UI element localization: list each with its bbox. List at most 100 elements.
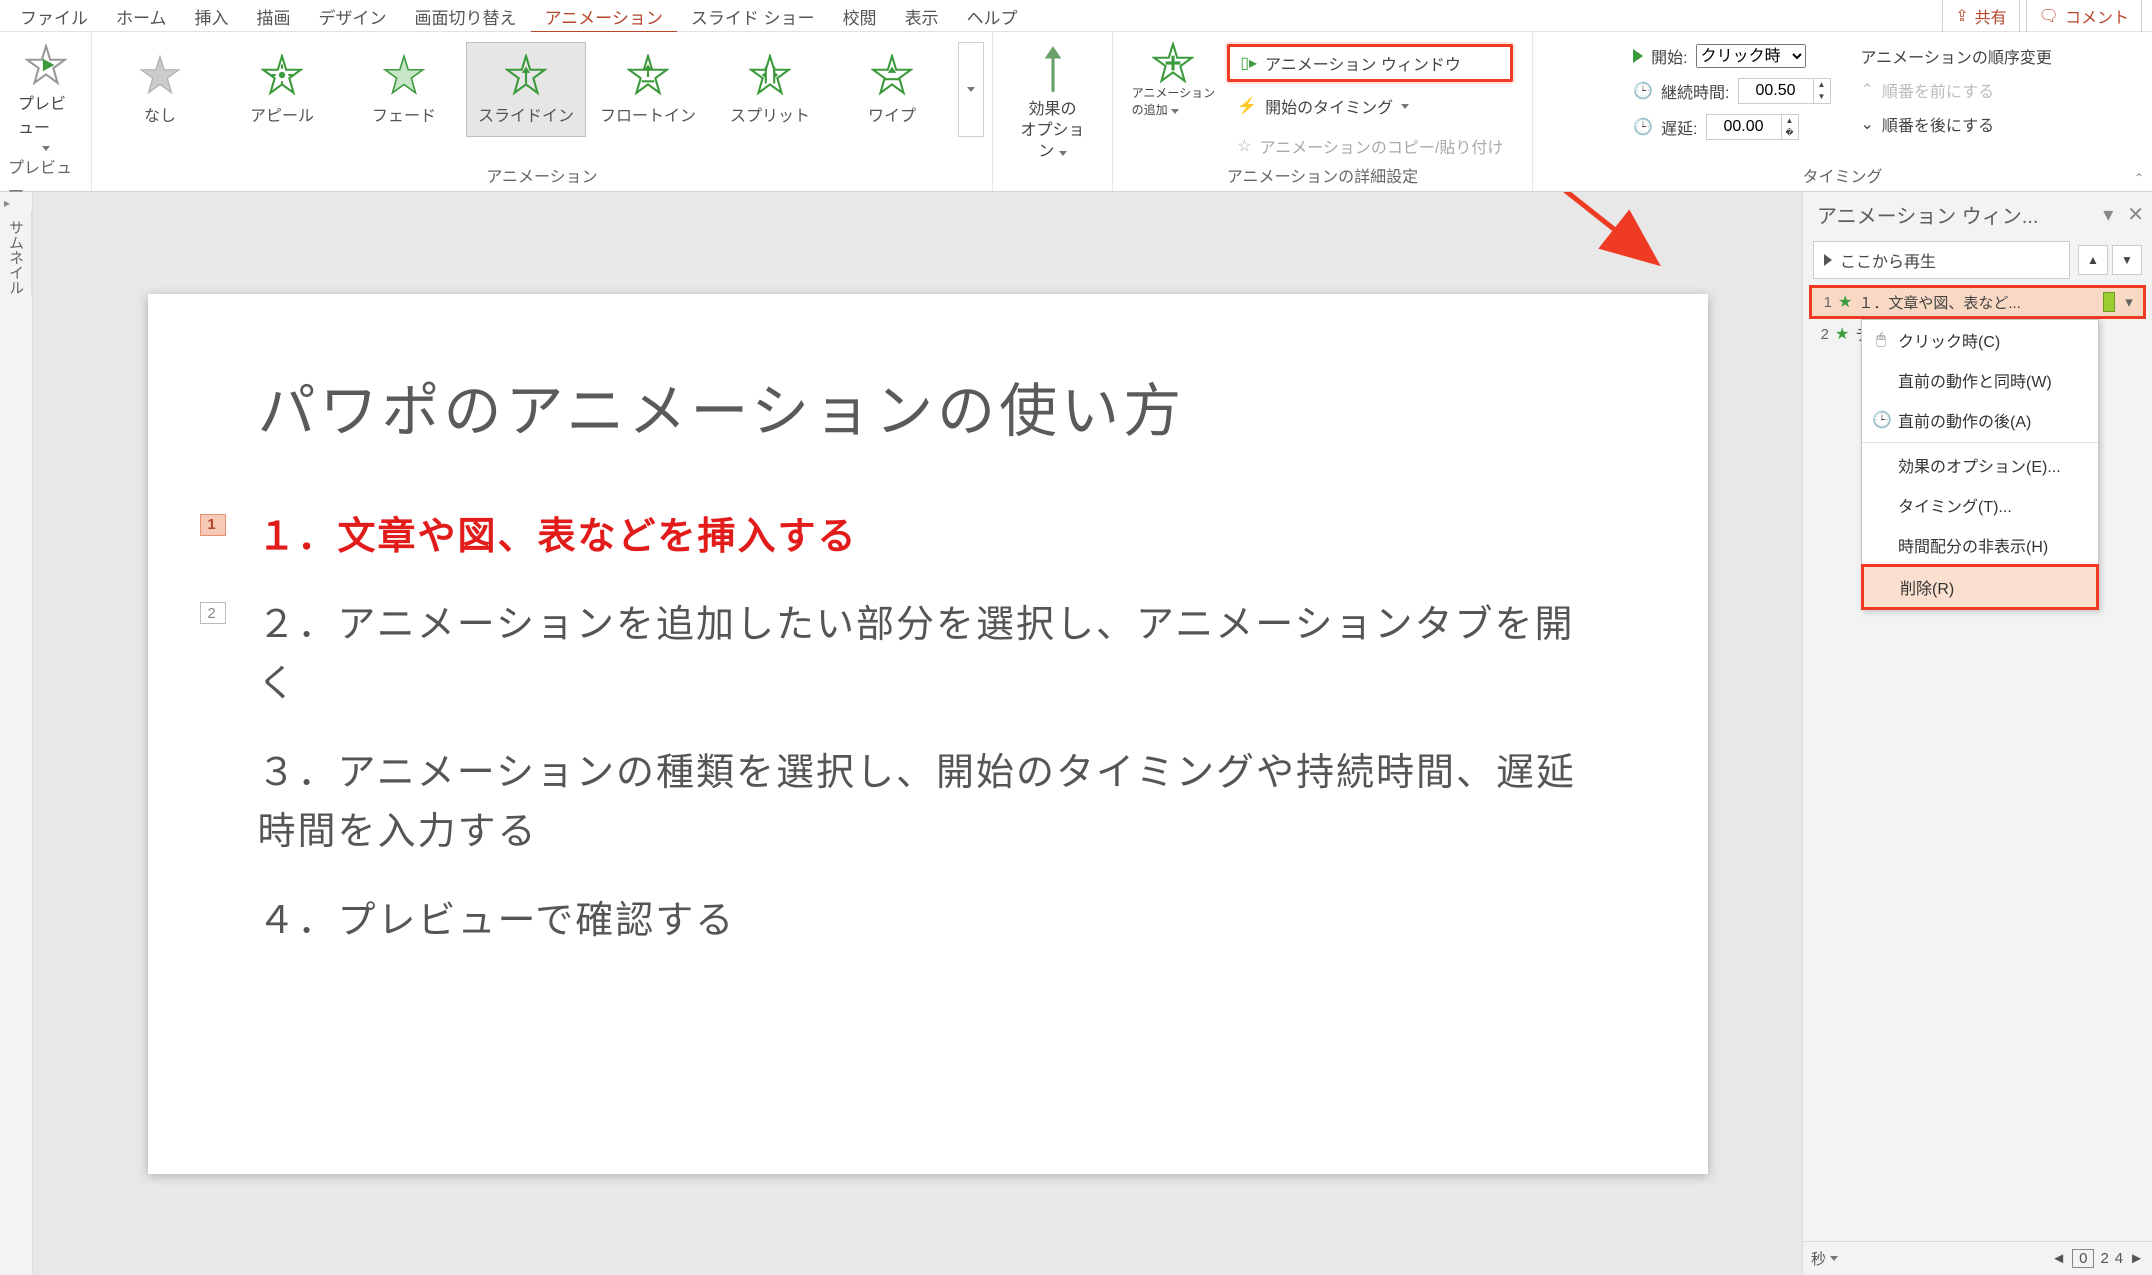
- star-appear-icon: [261, 54, 303, 96]
- tab-home[interactable]: ホーム: [102, 0, 181, 34]
- slide-body[interactable]: 1 １．文章や図、表などを挿入する 2 ２．アニメーションを追加したい部分を選択…: [258, 508, 1608, 951]
- group-timing: 開始: クリック時 🕒 継続時間: ▲▼ 🕒 遅延: ▲� ア: [1533, 32, 2152, 191]
- delay-icon: 🕒: [1633, 117, 1653, 137]
- star-slidein-icon: [505, 54, 547, 96]
- trigger-button[interactable]: ⚡ 開始のタイミング: [1227, 90, 1513, 122]
- pane-options-button[interactable]: ▾: [2103, 202, 2113, 227]
- slide-line-1-text: １．文章や図、表などを挿入する: [258, 516, 858, 558]
- add-animation-button[interactable]: アニメーションの追加: [1132, 42, 1216, 162]
- seconds-label: 秒: [1811, 1248, 1826, 1269]
- start-label: 開始:: [1651, 44, 1687, 68]
- group-advanced-animation: アニメーションの追加 ▯▸ アニメーション ウィンドウ ⚡ 開始のタイミング ☆: [1113, 32, 1533, 191]
- anim-fade[interactable]: フェード: [344, 42, 464, 137]
- animation-painter-button: ☆ アニメーションのコピー/貼り付け: [1227, 130, 1513, 162]
- separator: [1862, 442, 2098, 443]
- tab-transition[interactable]: 画面切り替え: [401, 0, 531, 34]
- collapse-ribbon-button[interactable]: ⌃: [2134, 171, 2144, 185]
- anim-floatin[interactable]: フロートイン: [588, 42, 708, 137]
- timeline-next[interactable]: ►: [2129, 1250, 2144, 1267]
- move-up-button[interactable]: ▲: [2078, 245, 2108, 275]
- share-button[interactable]: ⇪ 共有: [1942, 0, 2019, 33]
- ctx-with-label: 直前の動作と同時(W): [1898, 368, 2052, 392]
- tab-insert[interactable]: 挿入: [181, 0, 243, 34]
- move-down-button[interactable]: ▼: [2112, 245, 2142, 275]
- tab-file[interactable]: ファイル: [6, 0, 102, 34]
- context-menu: 🖱クリック時(C) 直前の動作と同時(W) 🕒直前の動作の後(A) 効果のオプシ…: [1861, 319, 2099, 610]
- delay-input[interactable]: [1707, 115, 1781, 139]
- preview-label: プレビュー: [18, 90, 73, 138]
- ctx-after-label: 直前の動作の後(A): [1898, 408, 2031, 432]
- ctx-on-click[interactable]: 🖱クリック時(C): [1862, 320, 2098, 360]
- play-icon: [1824, 254, 1832, 266]
- tab-slideshow[interactable]: スライド ショー: [677, 0, 829, 34]
- start-select[interactable]: クリック時: [1696, 44, 1806, 68]
- ctx-timing[interactable]: タイミング(T)...: [1862, 485, 2098, 525]
- anim-item-1-text: １．文章や図、表など...: [1858, 292, 2097, 313]
- anim-badge-1: 1: [200, 514, 226, 536]
- anim-wipe[interactable]: ワイプ: [832, 42, 952, 137]
- tab-view[interactable]: 表示: [891, 0, 953, 34]
- ctx-with-previous[interactable]: 直前の動作と同時(W): [1862, 360, 2098, 400]
- slide[interactable]: パワポのアニメーションの使い方 1 １．文章や図、表などを挿入する 2 ２．アニ…: [148, 294, 1708, 1174]
- slide-line-2[interactable]: 2 ２．アニメーションを追加したい部分を選択し、アニメーションタブを開く: [258, 596, 1608, 714]
- group-timing-label: タイミング: [1802, 163, 1882, 187]
- play-from-here-button[interactable]: ここから再生: [1813, 241, 2070, 279]
- chevron-down-icon[interactable]: [1830, 1256, 1838, 1261]
- chevron-up-icon: ⌃: [1861, 80, 1874, 100]
- preview-star-icon: [25, 44, 67, 86]
- comment-label: コメント: [2065, 4, 2129, 28]
- group-gallery-label: アニメーション: [486, 163, 597, 187]
- anim-item-1-dropdown[interactable]: ▾: [2121, 293, 2137, 311]
- ctx-effect-options[interactable]: 効果のオプション(E)...: [1862, 445, 2098, 485]
- menu-bar: ファイル ホーム 挿入 描画 デザイン 画面切り替え アニメーション スライド …: [0, 0, 2152, 32]
- share-label: 共有: [1975, 4, 2007, 28]
- anim-none[interactable]: なし: [100, 42, 220, 137]
- tab-design[interactable]: デザイン: [305, 0, 401, 34]
- star-split-icon: [749, 54, 791, 96]
- trigger-icon: ⚡: [1237, 96, 1257, 116]
- tab-draw[interactable]: 描画: [243, 0, 305, 34]
- slide-line-3-text: ３．アニメーションの種類を選択し、開始のタイミングや持続時間、遅延時間を入力する: [258, 752, 1576, 853]
- animation-pane-button[interactable]: ▯▸ アニメーション ウィンドウ: [1227, 44, 1513, 82]
- share-icon: ⇪: [1955, 6, 1968, 26]
- ctx-after-previous[interactable]: 🕒直前の動作の後(A): [1862, 400, 2098, 440]
- anim-item-1[interactable]: 1 ★ １．文章や図、表など... ▾: [1809, 285, 2146, 319]
- tab-animation[interactable]: アニメーション: [531, 0, 677, 34]
- gallery-more-button[interactable]: [958, 42, 984, 137]
- tab-review[interactable]: 校閲: [829, 0, 891, 34]
- chevron-down-icon: [967, 87, 975, 92]
- timeline-2: 2: [2100, 1250, 2108, 1267]
- anim-slidein[interactable]: スライドイン: [466, 42, 586, 137]
- slide-line-1[interactable]: 1 １．文章や図、表などを挿入する: [258, 508, 1608, 567]
- timeline-prev[interactable]: ◄: [2051, 1250, 2066, 1267]
- spin-up[interactable]: ▲: [1782, 115, 1798, 127]
- chevron-down-icon: ⌄: [1861, 114, 1874, 134]
- preview-button[interactable]: プレビュー: [8, 36, 83, 154]
- duration-spinner[interactable]: ▲▼: [1738, 78, 1831, 104]
- anim-split[interactable]: スプリット: [710, 42, 830, 137]
- ctx-remove[interactable]: 削除(R): [1861, 564, 2099, 610]
- star-icon: ★: [1835, 324, 1849, 344]
- anim-floatin-label: フロートイン: [600, 102, 696, 126]
- slide-title[interactable]: パワポのアニメーションの使い方: [258, 364, 1608, 448]
- spin-down[interactable]: ▼: [1814, 91, 1830, 103]
- move-later-button[interactable]: ⌄順番を後にする: [1861, 112, 2052, 136]
- delay-spinner[interactable]: ▲�: [1706, 114, 1799, 140]
- ctx-hide-timeline[interactable]: 時間配分の非表示(H): [1862, 525, 2098, 565]
- tab-help[interactable]: ヘルプ: [953, 0, 1032, 34]
- star-fade-icon: [383, 54, 425, 96]
- thumbnail-rail[interactable]: サムネイル: [0, 210, 32, 295]
- anim-appear[interactable]: アピール: [222, 42, 342, 137]
- duration-input[interactable]: [1739, 79, 1813, 103]
- star-floatin-icon: [627, 54, 669, 96]
- slide-line-4[interactable]: ４．プレビューで確認する: [258, 892, 1608, 951]
- slide-line-3[interactable]: ３．アニメーションの種類を選択し、開始のタイミングや持続時間、遅延時間を入力する: [258, 744, 1608, 862]
- effect-options-button[interactable]: 効果のオプション: [1001, 36, 1104, 162]
- chevron-down-icon: [42, 146, 50, 151]
- comment-button[interactable]: 🗨コメント: [2026, 0, 2142, 33]
- move-earlier-label: 順番を前にする: [1882, 78, 1994, 102]
- close-pane-button[interactable]: ✕: [2127, 202, 2144, 227]
- ctx-remove-label: 削除(R): [1900, 575, 1954, 599]
- spin-down[interactable]: �: [1782, 127, 1798, 139]
- spin-up[interactable]: ▲: [1814, 79, 1830, 91]
